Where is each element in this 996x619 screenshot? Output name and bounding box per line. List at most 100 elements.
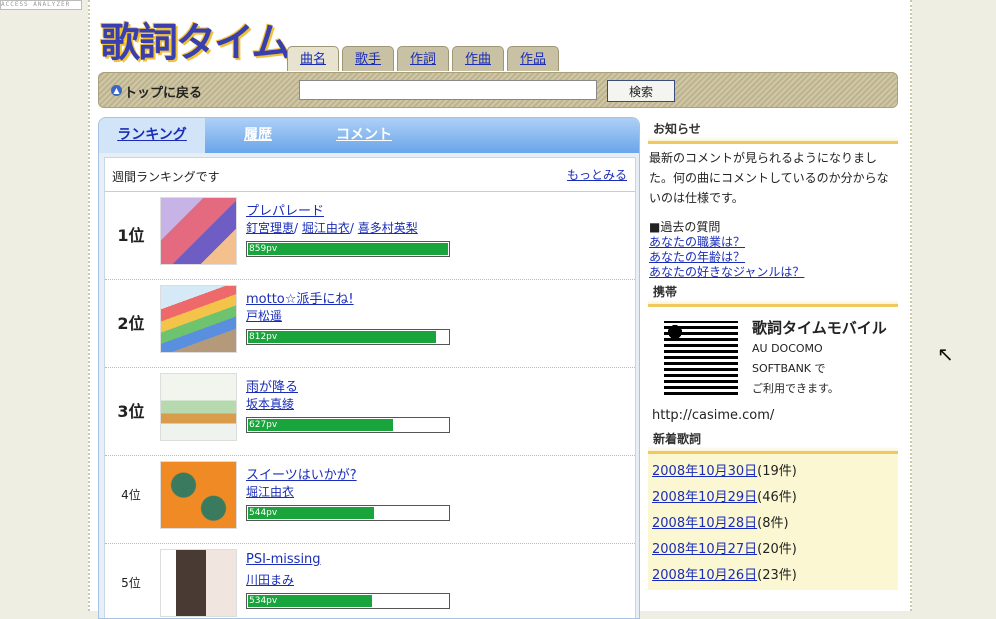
album-thumbnail[interactable]: [160, 461, 237, 529]
search-button[interactable]: 検索: [607, 80, 675, 102]
tab-history[interactable]: 履歴: [205, 118, 311, 153]
artist-link[interactable]: 喜多村英梨: [358, 221, 418, 235]
weekly-ranking-label: 週間ランキングです: [112, 170, 220, 184]
ranking-row: 3位 雨が降る 坂本真綾 627pv: [105, 368, 635, 456]
mobile-url: http://casime.com/: [652, 408, 775, 423]
qr-code-icon: [664, 321, 738, 395]
new-lyrics-list: 2008年10月30日(19件) 2008年10月29日(46件) 2008年1…: [648, 454, 898, 590]
tab-comments[interactable]: コメント: [311, 118, 417, 153]
up-arrow-icon[interactable]: ▲: [111, 85, 122, 96]
artist-list: 坂本真綾: [246, 395, 294, 412]
item-count: (8件): [757, 516, 789, 531]
list-item: 2008年10月28日(8件): [652, 512, 898, 538]
album-thumbnail[interactable]: [160, 197, 237, 265]
album-thumbnail[interactable]: [160, 549, 237, 617]
ranking-row: 2位 motto☆派手にね! 戸松遥 812pv: [105, 280, 635, 368]
item-count: (19件): [757, 464, 797, 479]
mouse-cursor-icon: ↖: [937, 342, 954, 366]
item-count: (23件): [757, 568, 797, 583]
pageview-count: 812pv: [249, 332, 278, 342]
ranking-header: 週間ランキングです もっとみる: [105, 158, 635, 192]
ranking-list: 週間ランキングです もっとみる 1位 プレパレード 釘宮理恵/ 堀江由衣/ 喜多…: [104, 157, 636, 618]
search-bar: ▲ トップに戻る 検索: [98, 72, 898, 108]
item-count: (20件): [757, 542, 797, 557]
question-link-genre[interactable]: あなたの好きなジャンルは？: [649, 265, 898, 280]
rank-number: 1位: [117, 226, 145, 245]
pageview-bar: 534pv: [246, 593, 450, 609]
mobile-site-name: 歌詞タイムモバイル: [752, 319, 887, 337]
ranking-row: 4位 スイーツはいかが? 堀江由衣 544pv: [105, 456, 635, 544]
main-tabs: ランキング 履歴 コメント: [99, 118, 639, 153]
pageview-bar: 859pv: [246, 241, 450, 257]
list-item: 2008年10月27日(20件): [652, 538, 898, 564]
pageview-bar: 627pv: [246, 417, 450, 433]
rank-number: 3位: [117, 402, 145, 421]
artist-link[interactable]: 川田まみ: [246, 573, 294, 587]
ranking-row: 1位 プレパレード 釘宮理恵/ 堀江由衣/ 喜多村英梨 859pv: [105, 192, 635, 280]
artist-list: 釘宮理恵/ 堀江由衣/ 喜多村英梨: [246, 221, 418, 235]
date-link[interactable]: 2008年10月27日: [652, 542, 757, 557]
album-thumbnail[interactable]: [160, 373, 237, 441]
artist-link[interactable]: 釘宮理恵: [246, 221, 294, 235]
question-link-age[interactable]: あなたの年齢は？: [649, 250, 898, 265]
ranking-row: 5位 PSI-missing 川田まみ 534pv: [105, 544, 635, 618]
tab-work[interactable]: 作品: [507, 46, 559, 71]
artist-link[interactable]: 堀江由衣: [246, 485, 294, 499]
site-logo[interactable]: 歌詞タイム: [100, 10, 291, 68]
back-to-top-link[interactable]: トップに戻る: [124, 82, 202, 101]
artist-link[interactable]: 戸松遥: [246, 309, 282, 323]
ranking-panel: ランキング 履歴 コメント 週間ランキングです もっとみる 1位 プレパレード …: [98, 117, 640, 619]
tab-ranking[interactable]: ランキング: [99, 118, 205, 153]
artist-list: 川田まみ: [246, 571, 294, 588]
past-questions-label: ■過去の質問: [649, 220, 721, 234]
rank-number: 4位: [121, 488, 141, 502]
page-container: 歌詞タイム 曲名 歌手 作詞 作曲 作品 ▲ トップに戻る 検索 ランキング 履…: [88, 0, 912, 619]
song-link[interactable]: プレパレード: [246, 200, 324, 219]
search-category-tabs: 曲名 歌手 作詞 作曲 作品: [287, 46, 559, 71]
date-link[interactable]: 2008年10月29日: [652, 490, 757, 505]
list-item: 2008年10月30日(19件): [652, 460, 898, 486]
artist-link[interactable]: 堀江由衣: [302, 221, 350, 235]
mobile-section: 歌詞タイムモバイル AU DOCOMO SOFTBANK で ご利用できます。 …: [648, 307, 898, 427]
artist-list: 戸松遥: [246, 307, 282, 324]
song-link[interactable]: motto☆派手にね!: [246, 288, 354, 307]
carrier-line: SOFTBANK で: [752, 362, 826, 375]
tab-singer[interactable]: 歌手: [342, 46, 394, 71]
notice-body: 最新のコメントが見られるようになりました。何の曲にコメントしているのか分からない…: [648, 144, 898, 280]
date-link[interactable]: 2008年10月26日: [652, 568, 757, 583]
pageview-count: 534pv: [249, 596, 278, 606]
list-item: 2008年10月29日(46件): [652, 486, 898, 512]
item-count: (46件): [757, 490, 797, 505]
notice-heading: お知らせ: [648, 117, 898, 144]
tab-song-title[interactable]: 曲名: [287, 46, 339, 71]
search-input[interactable]: [299, 80, 597, 100]
pageview-count: 544pv: [249, 508, 278, 518]
notice-text: 最新のコメントが見られるようになりました。何の曲にコメントしているのか分からない…: [649, 151, 889, 205]
song-link[interactable]: 雨が降る: [246, 376, 298, 395]
tab-lyricist[interactable]: 作詞: [397, 46, 449, 71]
tab-composer[interactable]: 作曲: [452, 46, 504, 71]
rank-number: 2位: [117, 314, 145, 333]
song-link[interactable]: PSI-missing: [246, 552, 321, 567]
pageview-count: 627pv: [249, 420, 278, 430]
rank-number: 5位: [121, 576, 141, 590]
carrier-list: AU DOCOMO SOFTBANK で ご利用できます。: [752, 339, 839, 399]
carrier-line: AU DOCOMO: [752, 342, 823, 355]
new-lyrics-heading: 新着歌詞: [648, 427, 898, 454]
date-link[interactable]: 2008年10月28日: [652, 516, 757, 531]
access-analyzer-badge: ACCESS ANALYZER: [0, 0, 82, 10]
carrier-note: ご利用できます。: [752, 382, 839, 395]
artist-list: 堀江由衣: [246, 483, 294, 500]
pageview-bar: 812pv: [246, 329, 450, 345]
album-thumbnail[interactable]: [160, 285, 237, 353]
mobile-heading: 携帯: [648, 280, 898, 307]
date-link[interactable]: 2008年10月30日: [652, 464, 757, 479]
list-item: 2008年10月26日(23件): [652, 564, 898, 590]
sidebar: お知らせ 最新のコメントが見られるようになりました。何の曲にコメントしているのか…: [648, 117, 898, 590]
artist-link[interactable]: 坂本真綾: [246, 397, 294, 411]
pageview-bar: 544pv: [246, 505, 450, 521]
see-more-link[interactable]: もっとみる: [567, 166, 627, 183]
pageview-count: 859pv: [249, 244, 278, 254]
question-link-occupation[interactable]: あなたの職業は？: [649, 235, 898, 250]
song-link[interactable]: スイーツはいかが?: [246, 464, 357, 483]
